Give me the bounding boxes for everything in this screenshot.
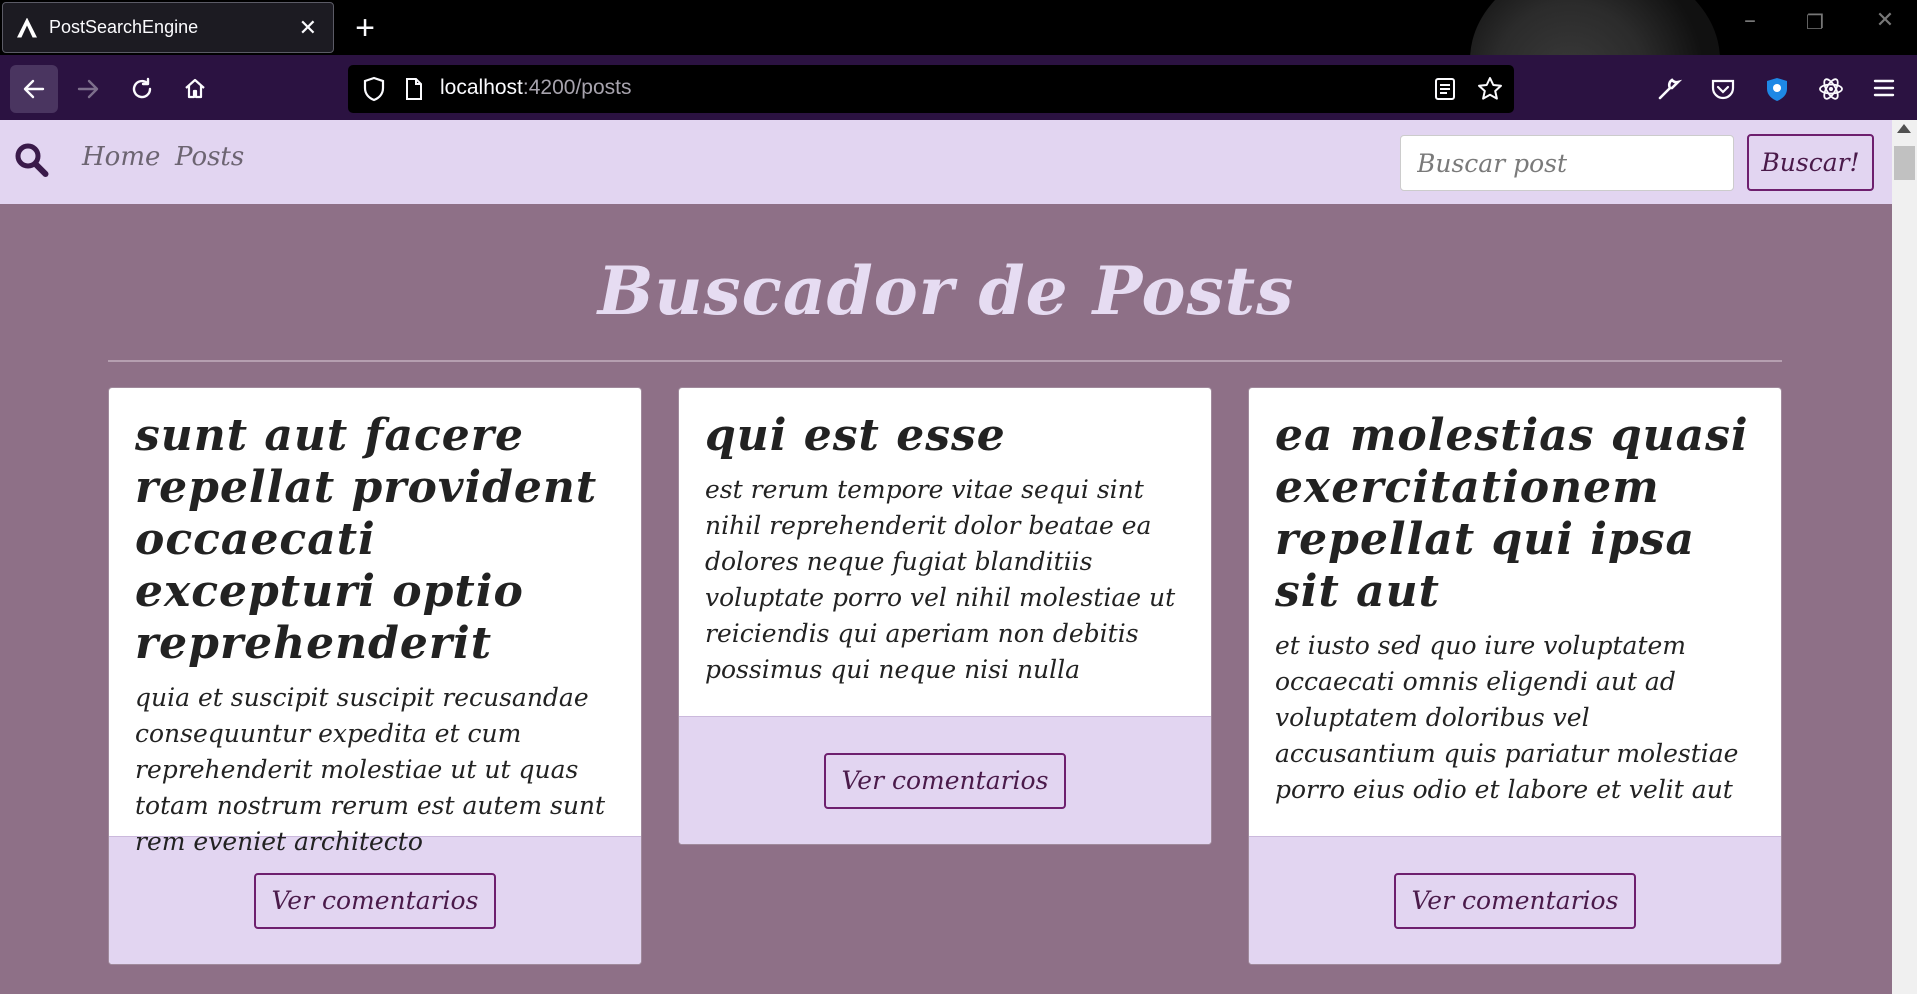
bookmark-star-icon[interactable] (1476, 75, 1504, 107)
post-card: ea molestias quasi exercitationem repell… (1248, 387, 1782, 965)
search-input[interactable] (1400, 135, 1734, 191)
nav-link-posts[interactable]: Posts (175, 142, 244, 172)
reload-button[interactable] (118, 65, 166, 113)
scroll-up-arrow-icon[interactable] (1897, 124, 1911, 133)
post-body: est rerum tempore vitae sequi sint nihil… (705, 475, 1176, 684)
browser-tab-bar: PostSearchEngine ✕ + – ❐ ✕ (0, 0, 1917, 55)
page-title: Buscador de Posts (597, 252, 1295, 330)
post-title: ea molestias quasi exercitationem repell… (1275, 410, 1749, 617)
page-scrollbar[interactable] (1892, 120, 1917, 994)
reader-view-icon[interactable] (1434, 77, 1456, 105)
nav-link-home[interactable]: Home (82, 142, 160, 172)
privacy-badger-icon[interactable] (1764, 76, 1790, 106)
url-path: :4200/posts (522, 76, 632, 99)
reload-icon (132, 77, 152, 99)
title-divider (108, 360, 1782, 362)
scrollbar-thumb[interactable] (1894, 146, 1915, 180)
tab-close-icon[interactable]: ✕ (299, 16, 317, 39)
card-footer: Ver comentarios (679, 716, 1211, 844)
minimize-button[interactable]: – (1725, 6, 1775, 34)
react-devtools-icon[interactable] (1818, 76, 1844, 106)
arrow-left-icon (23, 79, 45, 99)
pocket-icon[interactable] (1710, 76, 1736, 106)
home-icon (185, 78, 205, 99)
wrench-icon[interactable] (1656, 76, 1683, 106)
post-card: sunt aut facere repellat provident occae… (108, 387, 642, 965)
restore-button[interactable]: ❐ (1790, 10, 1840, 34)
view-comments-button[interactable]: Ver comentarios (253, 872, 497, 929)
tab-title: PostSearchEngine (49, 17, 199, 37)
post-body: quia et suscipit suscipit recusandae con… (135, 683, 606, 856)
post-card: qui est esse est rerum tempore vitae seq… (678, 387, 1212, 845)
view-comments-button[interactable]: Ver comentarios (823, 752, 1067, 809)
page-icon (404, 77, 424, 105)
angular-favicon-icon (17, 17, 37, 38)
forward-button[interactable] (64, 65, 112, 113)
close-window-button[interactable]: ✕ (1860, 8, 1910, 33)
post-title: qui est esse (705, 410, 1006, 461)
back-button[interactable] (10, 65, 58, 113)
search-button[interactable]: Buscar! (1747, 134, 1874, 191)
post-title: sunt aut facere repellat provident occae… (135, 410, 598, 669)
search-brand-icon[interactable] (14, 142, 50, 184)
view-comments-button[interactable]: Ver comentarios (1393, 872, 1637, 929)
browser-tab[interactable]: PostSearchEngine ✕ (2, 2, 334, 53)
url-host: localhost (440, 76, 523, 99)
address-bar[interactable]: localhost:4200/posts (348, 65, 1514, 113)
card-footer: Ver comentarios (1249, 836, 1781, 964)
firefox-logo-decoration (1460, 0, 1740, 55)
home-button[interactable] (171, 65, 219, 113)
new-tab-button[interactable]: + (350, 8, 380, 48)
arrow-right-icon (77, 79, 99, 99)
post-body: et iusto sed quo iure voluptatem occaeca… (1275, 631, 1739, 804)
hamburger-menu-icon[interactable] (1872, 76, 1896, 104)
url-text: localhost:4200/posts (440, 76, 631, 100)
shield-icon[interactable] (362, 76, 386, 106)
